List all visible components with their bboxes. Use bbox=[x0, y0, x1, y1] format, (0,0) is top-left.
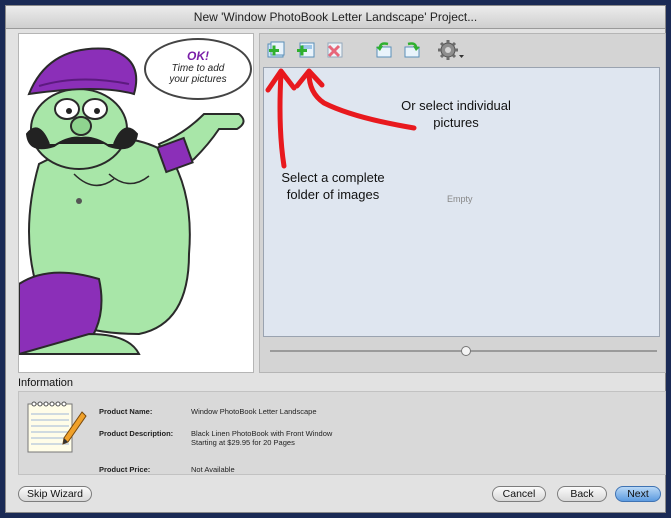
product-description-label: Product Description: bbox=[99, 429, 174, 438]
bubble-exclaim: OK! bbox=[187, 49, 209, 63]
bubble-line-2: your pictures bbox=[169, 74, 227, 85]
gear-menu-icon bbox=[438, 40, 464, 60]
rotate-left-button[interactable] bbox=[372, 38, 396, 62]
window-title: New 'Window PhotoBook Letter Landscape' … bbox=[6, 6, 665, 29]
add-pictures-icon bbox=[297, 42, 315, 58]
product-description-line-1: Black Linen PhotoBook with Front Window bbox=[191, 429, 333, 438]
information-panel: Product Name: Window PhotoBook Letter La… bbox=[18, 391, 666, 475]
product-name-value: Window PhotoBook Letter Landscape bbox=[191, 407, 317, 416]
remove-pictures-icon bbox=[327, 42, 343, 58]
information-heading: Information bbox=[18, 377, 74, 389]
wizard-window: New 'Window PhotoBook Letter Landscape' … bbox=[5, 5, 666, 513]
gear-menu-button[interactable] bbox=[436, 38, 466, 62]
next-button[interactable]: Next bbox=[615, 486, 661, 502]
cancel-button[interactable]: Cancel bbox=[492, 486, 546, 502]
annotation-folder-line-2: folder of images bbox=[286, 187, 380, 202]
thumbnail-size-slider-knob[interactable] bbox=[461, 346, 471, 356]
rotate-right-icon bbox=[404, 42, 420, 58]
notepad-pencil-icon bbox=[27, 401, 87, 453]
skip-wizard-button[interactable]: Skip Wizard bbox=[18, 486, 92, 502]
product-name-label: Product Name: bbox=[99, 407, 153, 416]
rotate-right-button[interactable] bbox=[400, 38, 424, 62]
add-pictures-button[interactable] bbox=[294, 38, 318, 62]
annotation-individual: Or select individual pictures bbox=[376, 97, 536, 131]
rotate-left-icon bbox=[376, 42, 392, 58]
picture-drop-area[interactable]: Empty Or select individual pictures Sele… bbox=[263, 67, 660, 337]
annotation-folder-line-1: Select a complete bbox=[281, 170, 385, 185]
picture-panel: Empty Or select individual pictures Sele… bbox=[259, 33, 666, 373]
add-folder-icon bbox=[267, 41, 285, 58]
speech-bubble: OK! Time to add your pictures bbox=[144, 38, 252, 100]
remove-pictures-button[interactable] bbox=[322, 38, 346, 62]
add-folder-button[interactable] bbox=[264, 38, 288, 62]
annotation-folder: Select a complete folder of images bbox=[268, 169, 398, 203]
product-description-line-2: Starting at $29.95 for 20 Pages bbox=[191, 438, 295, 447]
annotation-individual-line-2: pictures bbox=[433, 115, 479, 130]
bubble-line-1: Time to add bbox=[171, 63, 225, 74]
product-price-value: Not Available bbox=[191, 465, 235, 474]
annotation-individual-line-1: Or select individual bbox=[401, 98, 511, 113]
back-button[interactable]: Back bbox=[557, 486, 607, 502]
product-price-label: Product Price: bbox=[99, 465, 151, 474]
mascot-panel: OK! Time to add your pictures bbox=[18, 33, 254, 373]
